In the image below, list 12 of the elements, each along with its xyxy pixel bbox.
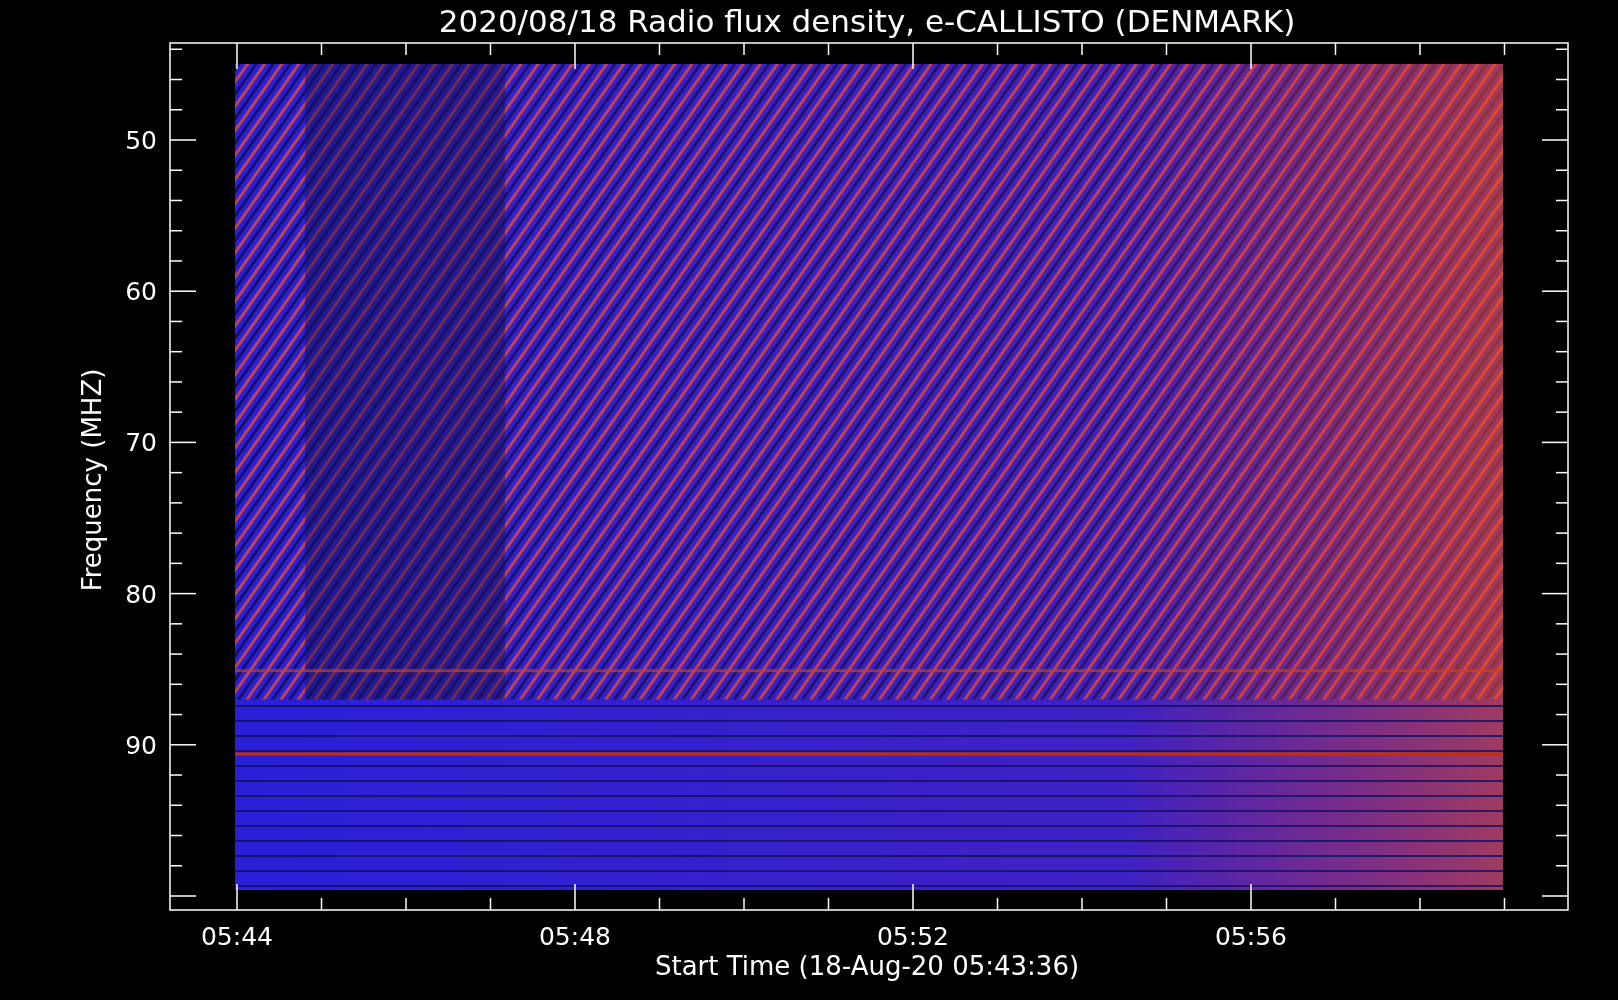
tick-label: 90 [125,730,157,760]
tick-label: 05:44 [201,922,273,951]
tick-label: 05:52 [877,922,949,951]
tick-label: 70 [125,428,157,458]
tick-label: 50 [125,126,157,155]
axis-label: Frequency (MHZ) [77,368,107,592]
tick-label: 05:56 [1215,922,1287,951]
tick-label: 80 [125,579,157,609]
chart-title: 2020/08/18 Radio flux density, e-CALLISTO (DENMARK) [438,3,1296,39]
tick-label: 05:48 [539,922,611,951]
axis-label: Start Time (18-Aug-20 05:43:36) [654,951,1080,981]
tick-label: 60 [125,277,157,307]
